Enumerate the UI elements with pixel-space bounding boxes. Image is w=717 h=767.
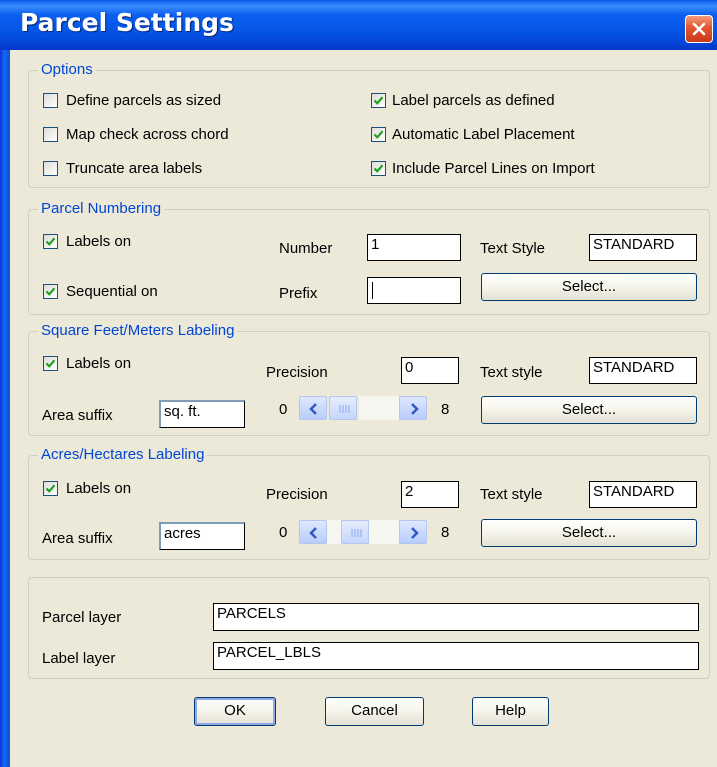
acres-text-style-input[interactable]: STANDARD [589,481,697,508]
acres-range-min: 0 [279,524,288,541]
scroll-track-left[interactable] [327,520,341,544]
scroll-thumb[interactable] [329,396,357,420]
scroll-left-button[interactable] [299,396,327,420]
sqft-labels-on-label: Labels on [66,355,132,372]
sqft-range-min: 0 [279,401,288,418]
acres-area-suffix-input[interactable]: acres [159,522,245,550]
acres-labeling-title: Acres/Hectares Labeling [38,446,208,464]
parcel-layer-input[interactable]: PARCELS [213,603,699,631]
title-bar[interactable]: Parcel Settings [0,0,717,50]
include-parcel-lines-checkbox[interactable] [371,161,386,176]
define-parcels-checkbox[interactable] [43,93,58,108]
sqft-precision-label: Precision [266,364,328,381]
scroll-track-right[interactable] [369,520,399,544]
acres-labels-on-label: Labels on [66,480,132,497]
acres-range-max: 8 [441,524,450,541]
define-parcels-label: Define parcels as sized [66,92,222,109]
prefix-label: Prefix [279,285,318,302]
sqft-labels-on-checkbox[interactable] [43,356,58,371]
auto-label-placement-label: Automatic Label Placement [392,126,575,143]
acres-select-button[interactable]: Select... [481,519,697,547]
sqft-text-style-input[interactable]: STANDARD [589,357,697,384]
sequential-on-label: Sequential on [66,283,158,300]
label-parcels-label: Label parcels as defined [392,92,555,109]
acres-text-style-label: Text style [480,486,543,503]
help-button[interactable]: Help [472,697,549,726]
parcel-numbering-title: Parcel Numbering [38,200,165,218]
label-parcels-checkbox[interactable] [371,93,386,108]
number-input[interactable]: 1 [367,234,461,261]
numbering-select-button[interactable]: Select... [481,273,697,301]
sqft-range-max: 8 [441,401,450,418]
sqft-precision-input[interactable]: 0 [401,357,459,384]
numbering-labels-on-label: Labels on [66,233,132,250]
checkmark-icon [45,359,56,368]
acres-precision-scrollbar[interactable] [299,520,431,544]
acres-precision-input[interactable]: 2 [401,481,459,508]
map-check-label: Map check across chord [66,126,229,143]
text-cursor [372,282,373,299]
acres-precision-label: Precision [266,486,328,503]
sqft-area-suffix-input[interactable]: sq. ft. [159,400,245,428]
window-title: Parcel Settings [20,8,234,37]
cancel-button[interactable]: Cancel [325,697,424,726]
arrow-left-icon [309,527,317,539]
acres-area-suffix-label: Area suffix [42,530,113,547]
arrow-left-icon [309,403,317,415]
window-border [0,0,10,767]
grip-icon [339,405,350,413]
scroll-right-button[interactable] [399,520,427,544]
ok-button[interactable]: OK [194,697,276,726]
checkmark-icon [45,287,56,296]
scroll-right-button[interactable] [399,396,427,420]
sqft-area-suffix-label: Area suffix [42,407,113,424]
scroll-thumb[interactable] [341,520,369,544]
grip-icon [351,529,362,537]
sqft-select-button[interactable]: Select... [481,396,697,424]
prefix-input[interactable] [367,277,461,304]
close-button[interactable] [685,15,713,43]
arrow-right-icon [411,527,419,539]
label-layer-label: Label layer [42,650,116,667]
numbering-labels-on-checkbox[interactable] [43,234,58,249]
checkmark-icon [373,96,384,105]
truncate-area-checkbox[interactable] [43,161,58,176]
numbering-text-style-label: Text Style [480,240,546,257]
number-label: Number [279,240,333,257]
numbering-text-style-input[interactable]: STANDARD [589,234,697,261]
parcel-layer-label: Parcel layer [42,609,122,626]
checkmark-icon [45,237,56,246]
truncate-area-label: Truncate area labels [66,160,203,177]
options-group-title: Options [38,61,96,79]
sequential-on-checkbox[interactable] [43,284,58,299]
sqft-labeling-title: Square Feet/Meters Labeling [38,322,238,340]
acres-labels-on-checkbox[interactable] [43,481,58,496]
scroll-track[interactable] [359,396,399,420]
map-check-checkbox[interactable] [43,127,58,142]
label-layer-input[interactable]: PARCEL_LBLS [213,642,699,670]
checkmark-icon [45,484,56,493]
arrow-right-icon [411,403,419,415]
parcel-settings-dialog: Parcel Settings Options Define parcels a… [0,0,717,767]
checkmark-icon [373,164,384,173]
checkmark-icon [373,130,384,139]
auto-label-placement-checkbox[interactable] [371,127,386,142]
include-parcel-lines-label: Include Parcel Lines on Import [392,160,595,177]
scroll-left-button[interactable] [299,520,327,544]
sqft-precision-scrollbar[interactable] [299,396,431,420]
sqft-text-style-label: Text style [480,364,543,381]
